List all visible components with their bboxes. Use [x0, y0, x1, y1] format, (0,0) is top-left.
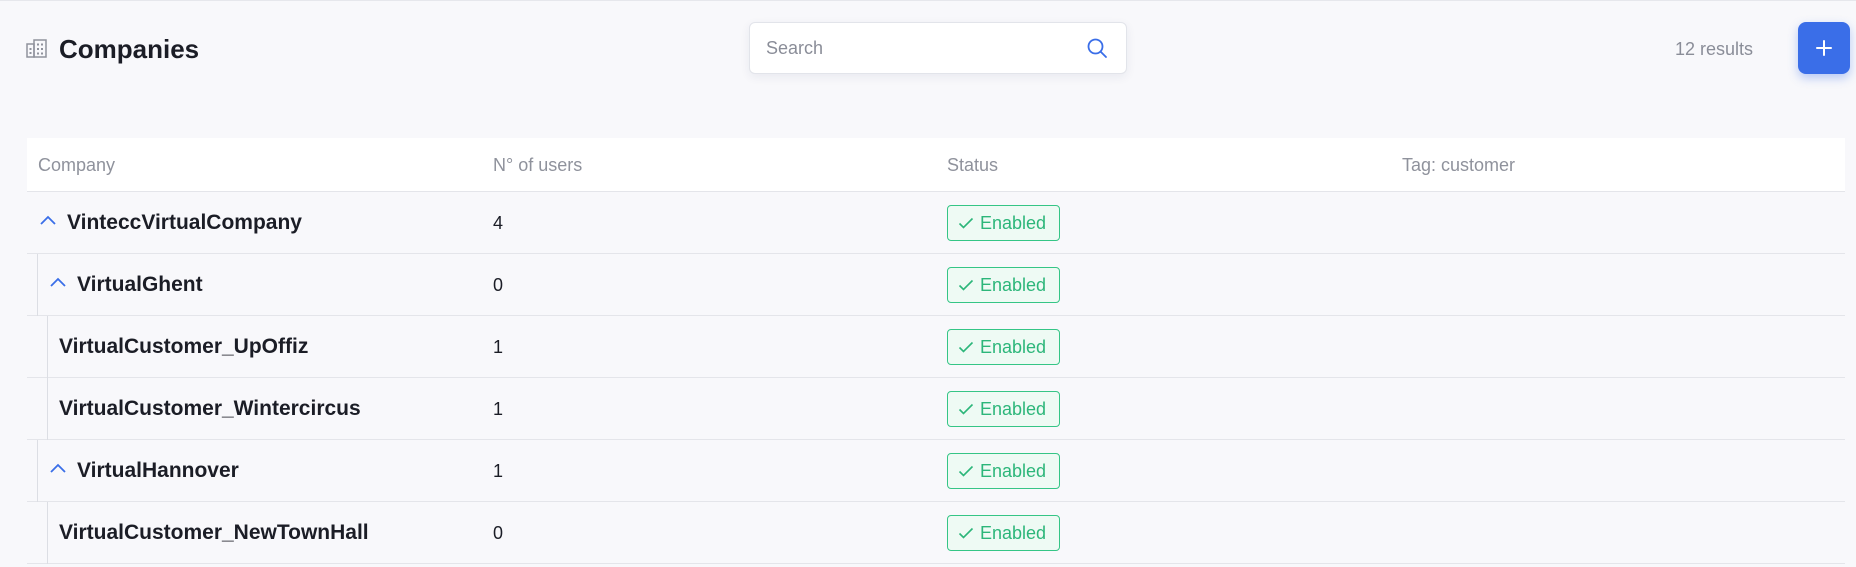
results-count: 12 results	[1675, 39, 1754, 59]
status-label: Enabled	[980, 398, 1047, 419]
company-name[interactable]: VirtualHannover	[77, 458, 239, 484]
companies-table: Company N° of users Status Tag: customer…	[27, 138, 1845, 567]
column-header-status[interactable]: Status	[947, 154, 998, 176]
plus-icon	[1816, 40, 1832, 56]
company-name[interactable]: VirtualCustomer_Wintercircus	[59, 396, 361, 422]
company-name[interactable]: VinteccVirtualCompany	[67, 210, 302, 236]
status-badge: Enabled	[947, 391, 1061, 427]
check-icon	[958, 341, 974, 353]
check-icon	[958, 527, 974, 539]
user-count: 0	[493, 523, 504, 543]
building-icon	[26, 39, 47, 58]
user-count: 1	[493, 337, 504, 357]
table-row[interactable]: VinteccVirtualCompany 4 Enabled	[27, 192, 1845, 254]
column-header-users[interactable]: N° of users	[493, 154, 582, 176]
company-name[interactable]: VirtualCustomer_UpOffiz	[59, 334, 308, 360]
table-row[interactable]: VirtualGhent 0 Enabled	[27, 254, 1845, 316]
chevron-up-icon[interactable]	[39, 214, 57, 226]
status-badge: Enabled	[947, 205, 1061, 241]
tree-guide	[47, 502, 48, 564]
tree-guide	[47, 378, 48, 440]
tree-guide	[37, 254, 38, 316]
column-header-tag[interactable]: Tag: customer	[1402, 154, 1515, 176]
status-label: Enabled	[980, 336, 1047, 357]
user-count: 1	[493, 461, 504, 481]
page-title: Companies	[59, 34, 200, 64]
status-label: Enabled	[980, 460, 1047, 481]
table-row[interactable]: VirtualCustomer_UpOffiz 1 Enabled	[27, 316, 1845, 378]
company-name[interactable]: VirtualCustomer_NewTownHall	[59, 520, 369, 546]
table-row[interactable]: VirtualHannover 1 Enabled	[27, 440, 1845, 502]
status-badge: Enabled	[947, 329, 1061, 365]
user-count: 4	[493, 213, 504, 233]
check-icon	[958, 403, 974, 415]
chevron-up-icon[interactable]	[49, 276, 67, 288]
status-badge: Enabled	[947, 515, 1061, 551]
check-icon	[958, 217, 974, 229]
chevron-up-icon[interactable]	[49, 462, 67, 474]
column-header-company[interactable]: Company	[38, 154, 115, 176]
tree-guide	[47, 316, 48, 378]
table-row[interactable]: VirtualCustomer_NewTownHall 0 Enabled	[27, 502, 1845, 564]
table-header: Company N° of users Status Tag: customer	[27, 138, 1845, 192]
user-count: 0	[493, 275, 504, 295]
top-divider	[0, 0, 1856, 1]
status-badge: Enabled	[947, 267, 1061, 303]
tree-guide	[37, 440, 38, 502]
check-icon	[958, 465, 974, 477]
add-company-button[interactable]	[1798, 22, 1850, 74]
table-row[interactable]: VirtualCustomer_Wintercircus 1 Enabled	[27, 378, 1845, 440]
search-input[interactable]	[766, 23, 1066, 73]
search-icon[interactable]	[1086, 37, 1108, 59]
check-icon	[958, 279, 974, 291]
status-label: Enabled	[980, 212, 1047, 233]
search-box[interactable]	[749, 22, 1127, 74]
status-label: Enabled	[980, 522, 1047, 543]
status-label: Enabled	[980, 274, 1047, 295]
status-badge: Enabled	[947, 453, 1061, 489]
user-count: 1	[493, 399, 504, 419]
company-name[interactable]: VirtualGhent	[77, 272, 203, 298]
